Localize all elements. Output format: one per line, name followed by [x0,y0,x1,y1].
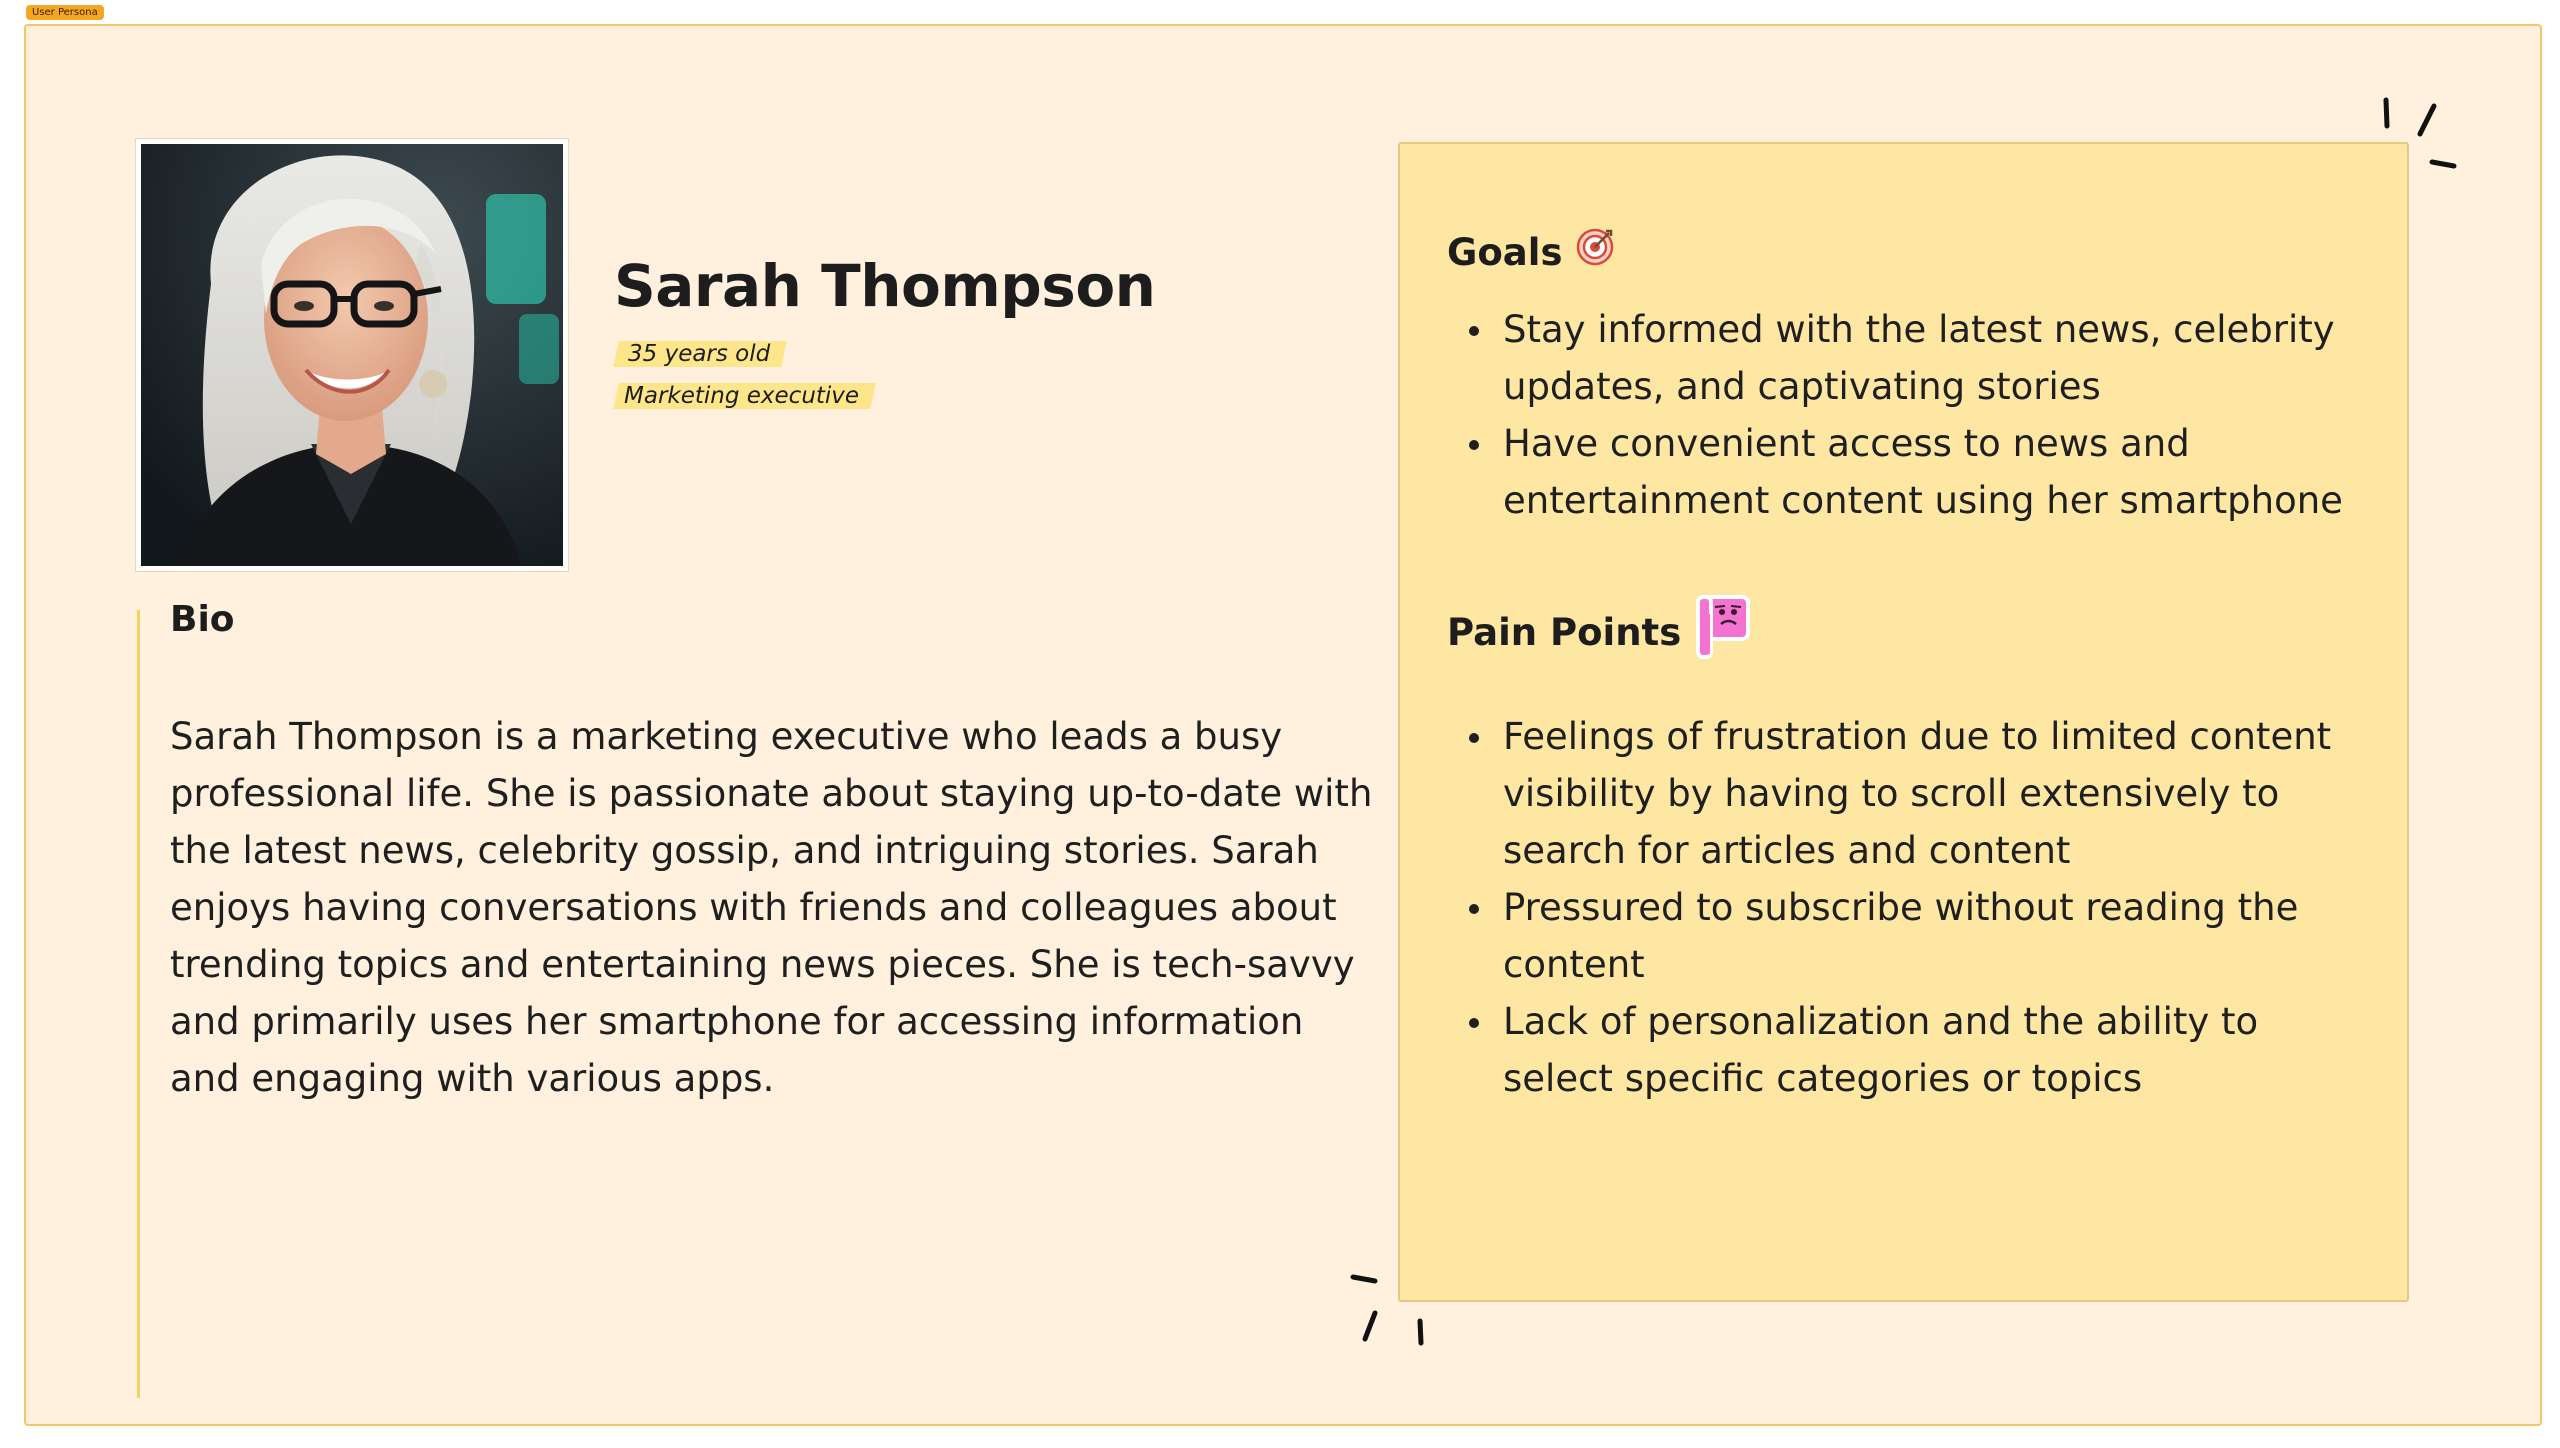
pain-points-title: Pain Points [1447,611,1682,654]
bio-text: Sarah Thompson is a marketing executive … [170,715,1373,1100]
occupation-text: Marketing executive [624,383,860,409]
pain-points-heading: Pain Points [1447,594,1751,672]
spark-decoration-top [2383,97,2457,169]
pain-point-item: Feelings of frustration due to limited c… [1469,708,2363,879]
goals-heading: Goals [1447,228,1614,278]
goals-title: Goals [1447,231,1563,274]
pink-flag-face-icon [1695,594,1751,672]
frame-label[interactable]: User Persona [26,5,104,20]
bio-heading: Bio [170,599,235,640]
goals-list: Stay informed with the latest news, cele… [1469,301,2363,529]
pain-points-list: Feelings of frustration due to limited c… [1469,708,2363,1107]
goal-item: Have convenient access to news and enter… [1469,415,2363,529]
spark-decoration-bottom [1350,1274,1424,1346]
age-tag: 35 years old [613,341,788,367]
occupation-tag: Marketing executive [613,383,876,409]
bio-accent-line [137,610,140,1398]
target-icon [1576,228,1614,278]
persona-name: Sarah Thompson [614,252,1156,320]
age-text: 35 years old [628,341,771,367]
persona-photo [136,139,568,571]
pain-point-item: Pressured to subscribe without reading t… [1469,879,2363,993]
pain-point-item: Lack of personalization and the ability … [1469,993,2363,1107]
goal-item: Stay informed with the latest news, cele… [1469,301,2363,415]
